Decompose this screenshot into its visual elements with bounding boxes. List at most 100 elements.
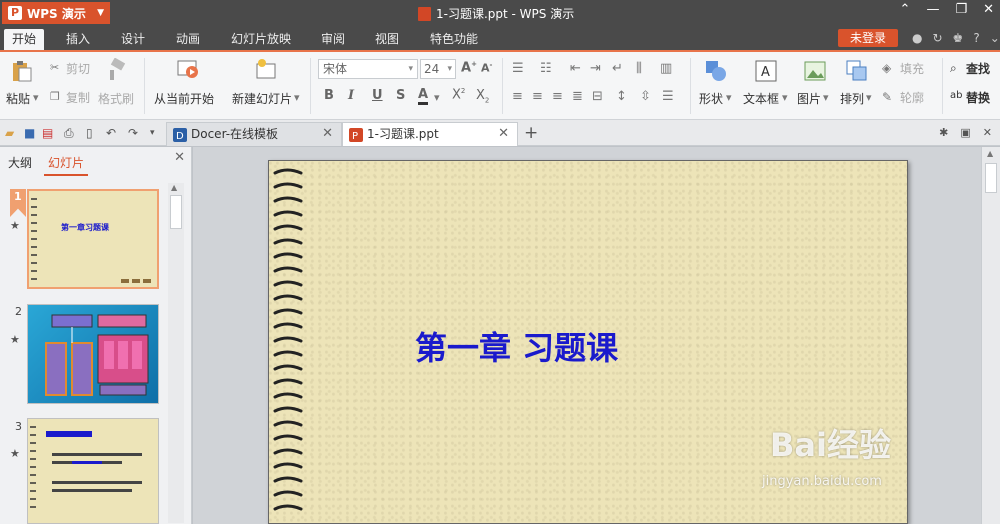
align-left-icon[interactable]: ≡ <box>512 89 523 104</box>
text-direction-icon[interactable]: ⫼ <box>636 61 642 76</box>
italic-icon[interactable]: I <box>348 88 354 103</box>
shrink-font-icon[interactable]: A- <box>481 61 492 75</box>
bullets-icon[interactable]: ☰ <box>512 61 524 76</box>
chevron-down-icon[interactable]: ▾ <box>823 91 829 104</box>
tab-view[interactable]: 视图 <box>367 29 407 50</box>
collapse-ribbon-icon[interactable]: ⌃ <box>900 2 911 17</box>
line-break-icon[interactable]: ↵ <box>612 61 623 76</box>
minimize-icon[interactable]: — <box>926 2 939 17</box>
tab-outline[interactable]: 大纲 <box>8 154 32 171</box>
format-painter-button[interactable]: 格式刷 <box>98 90 134 107</box>
chevron-down-icon[interactable]: ▾ <box>33 91 39 104</box>
slide-thumbnail-2[interactable] <box>27 304 159 404</box>
close-doc-icon[interactable]: ✕ <box>983 126 992 139</box>
print-preview-icon[interactable]: ▯ <box>86 126 93 140</box>
tab-home[interactable]: 开始 <box>4 29 45 50</box>
font-size-select[interactable]: 24 ▾ <box>420 59 456 79</box>
font-name-select[interactable]: 宋体 ▾ <box>318 59 418 79</box>
customize-toolbar-icon[interactable]: ▾ <box>150 128 155 138</box>
close-icon[interactable]: ✕ <box>498 123 509 145</box>
chevron-down-icon[interactable]: ▾ <box>782 91 788 104</box>
textbox-button[interactable]: 文本框 <box>743 90 779 107</box>
cut-button[interactable]: 剪切 <box>66 60 90 77</box>
more-icon[interactable]: ⌄ <box>990 31 1000 45</box>
line-spacing-icon[interactable]: ↕ <box>616 89 627 104</box>
shadow-icon[interactable]: S <box>396 88 405 103</box>
subscript-icon[interactable]: X2 <box>476 88 489 105</box>
close-icon[interactable]: ✕ <box>322 123 333 145</box>
print-icon[interactable]: ⎙ <box>64 126 74 141</box>
pin-icon[interactable]: ✱ <box>939 126 948 139</box>
undo-icon[interactable]: ↶ <box>106 126 116 140</box>
scroll-up-icon[interactable]: ▲ <box>171 183 177 192</box>
arrange-button[interactable]: 排列 <box>840 90 864 107</box>
copy-icon: ❐ <box>50 90 60 103</box>
grow-font-icon[interactable]: A+ <box>461 60 477 75</box>
bold-icon[interactable]: B <box>324 88 334 103</box>
tab-insert[interactable]: 插入 <box>58 29 98 50</box>
selected-slide-marker: 1 <box>10 189 26 217</box>
chevron-down-icon[interactable]: ▾ <box>866 91 872 104</box>
app-menu-button[interactable]: P WPS 演示 ▼ <box>2 2 110 24</box>
restore-doc-icon[interactable]: ▣ <box>960 126 970 139</box>
slide-thumbnail-1[interactable]: 第一章习题课 <box>27 189 159 289</box>
open-folder-icon[interactable]: ▰ <box>5 126 14 140</box>
fill-button[interactable]: 填充 <box>900 60 924 77</box>
help-icon[interactable]: ? <box>973 31 979 45</box>
paste-button[interactable]: 粘贴 <box>6 90 30 107</box>
login-button[interactable]: 未登录 <box>838 29 898 47</box>
outline-button[interactable]: 轮廓 <box>900 89 924 106</box>
new-tab-plus-icon[interactable]: + <box>524 123 538 143</box>
shirt-icon[interactable]: ♚ <box>953 31 964 45</box>
chevron-down-icon[interactable]: ▾ <box>294 91 300 104</box>
underline-icon[interactable]: U <box>372 88 383 103</box>
new-slide-button[interactable]: 新建幻灯片 <box>232 90 292 107</box>
align-right-icon[interactable]: ≡ <box>552 89 563 104</box>
scrollbar-thumb[interactable] <box>170 195 182 229</box>
slides-panel: 大纲 幻灯片 ✕ 1 ★ 第一章习题课 2 ★ 3 ★ ▲ <box>0 147 192 524</box>
tab-slideshow[interactable]: 幻灯片放映 <box>223 29 299 50</box>
close-icon[interactable]: ✕ <box>174 150 185 165</box>
tab-slides[interactable]: 幻灯片 <box>48 154 84 171</box>
slide-title[interactable]: 第一章 习题课 <box>415 323 618 369</box>
slides-panel-scrollbar[interactable]: ▲ <box>168 183 184 523</box>
justify-icon[interactable]: ≣ <box>572 89 583 104</box>
maximize-icon[interactable]: ❐ <box>955 2 967 17</box>
numbering-icon[interactable]: ☷ <box>540 61 552 76</box>
distribute-icon[interactable]: ⊟ <box>592 89 603 104</box>
picture-button[interactable]: 图片 <box>797 90 821 107</box>
replace-button[interactable]: 替换 <box>966 89 990 106</box>
paragraph-icon[interactable]: ☰ <box>662 89 674 104</box>
tab-special[interactable]: 特色功能 <box>422 29 486 50</box>
close-icon[interactable]: ✕ <box>983 2 994 17</box>
redo-icon[interactable]: ↷ <box>128 126 138 140</box>
vertical-align-icon[interactable]: ⇳ <box>640 89 651 104</box>
font-color-icon[interactable]: A <box>418 87 429 105</box>
tab-design[interactable]: 设计 <box>113 29 153 50</box>
tab-current-ppt[interactable]: P 1-习题课.ppt ✕ <box>342 122 518 146</box>
columns-icon[interactable]: ▥ <box>660 61 672 76</box>
editor-scrollbar[interactable]: ▲ <box>981 147 1000 524</box>
copy-button[interactable]: 复制 <box>66 89 90 106</box>
refresh-icon[interactable]: ↻ <box>932 31 942 45</box>
tab-docer-templates[interactable]: D Docer-在线模板 ✕ <box>166 122 342 146</box>
scroll-up-icon[interactable]: ▲ <box>987 149 993 158</box>
decrease-indent-icon[interactable]: ⇤ <box>570 61 581 76</box>
save-icon[interactable]: ■ <box>24 126 35 140</box>
chevron-down-icon[interactable]: ▾ <box>434 91 440 104</box>
from-current-button[interactable]: 从当前开始 <box>154 90 214 107</box>
paste-icon[interactable] <box>10 59 34 83</box>
increase-indent-icon[interactable]: ⇥ <box>590 61 601 76</box>
slide-canvas[interactable]: 第一章 习题课 <box>268 160 908 524</box>
slide-thumbnail-3[interactable] <box>27 418 159 524</box>
chevron-down-icon[interactable]: ▾ <box>726 91 732 104</box>
export-pdf-icon[interactable]: ▤ <box>42 126 53 140</box>
find-button[interactable]: 查找 <box>966 60 990 77</box>
superscript-icon[interactable]: X2 <box>452 87 465 102</box>
tab-review[interactable]: 审阅 <box>313 29 353 50</box>
skin-icon[interactable]: ● <box>912 31 922 45</box>
align-center-icon[interactable]: ≡ <box>532 89 543 104</box>
scrollbar-thumb[interactable] <box>985 163 997 193</box>
shape-button[interactable]: 形状 <box>699 90 723 107</box>
tab-animation[interactable]: 动画 <box>168 29 208 50</box>
